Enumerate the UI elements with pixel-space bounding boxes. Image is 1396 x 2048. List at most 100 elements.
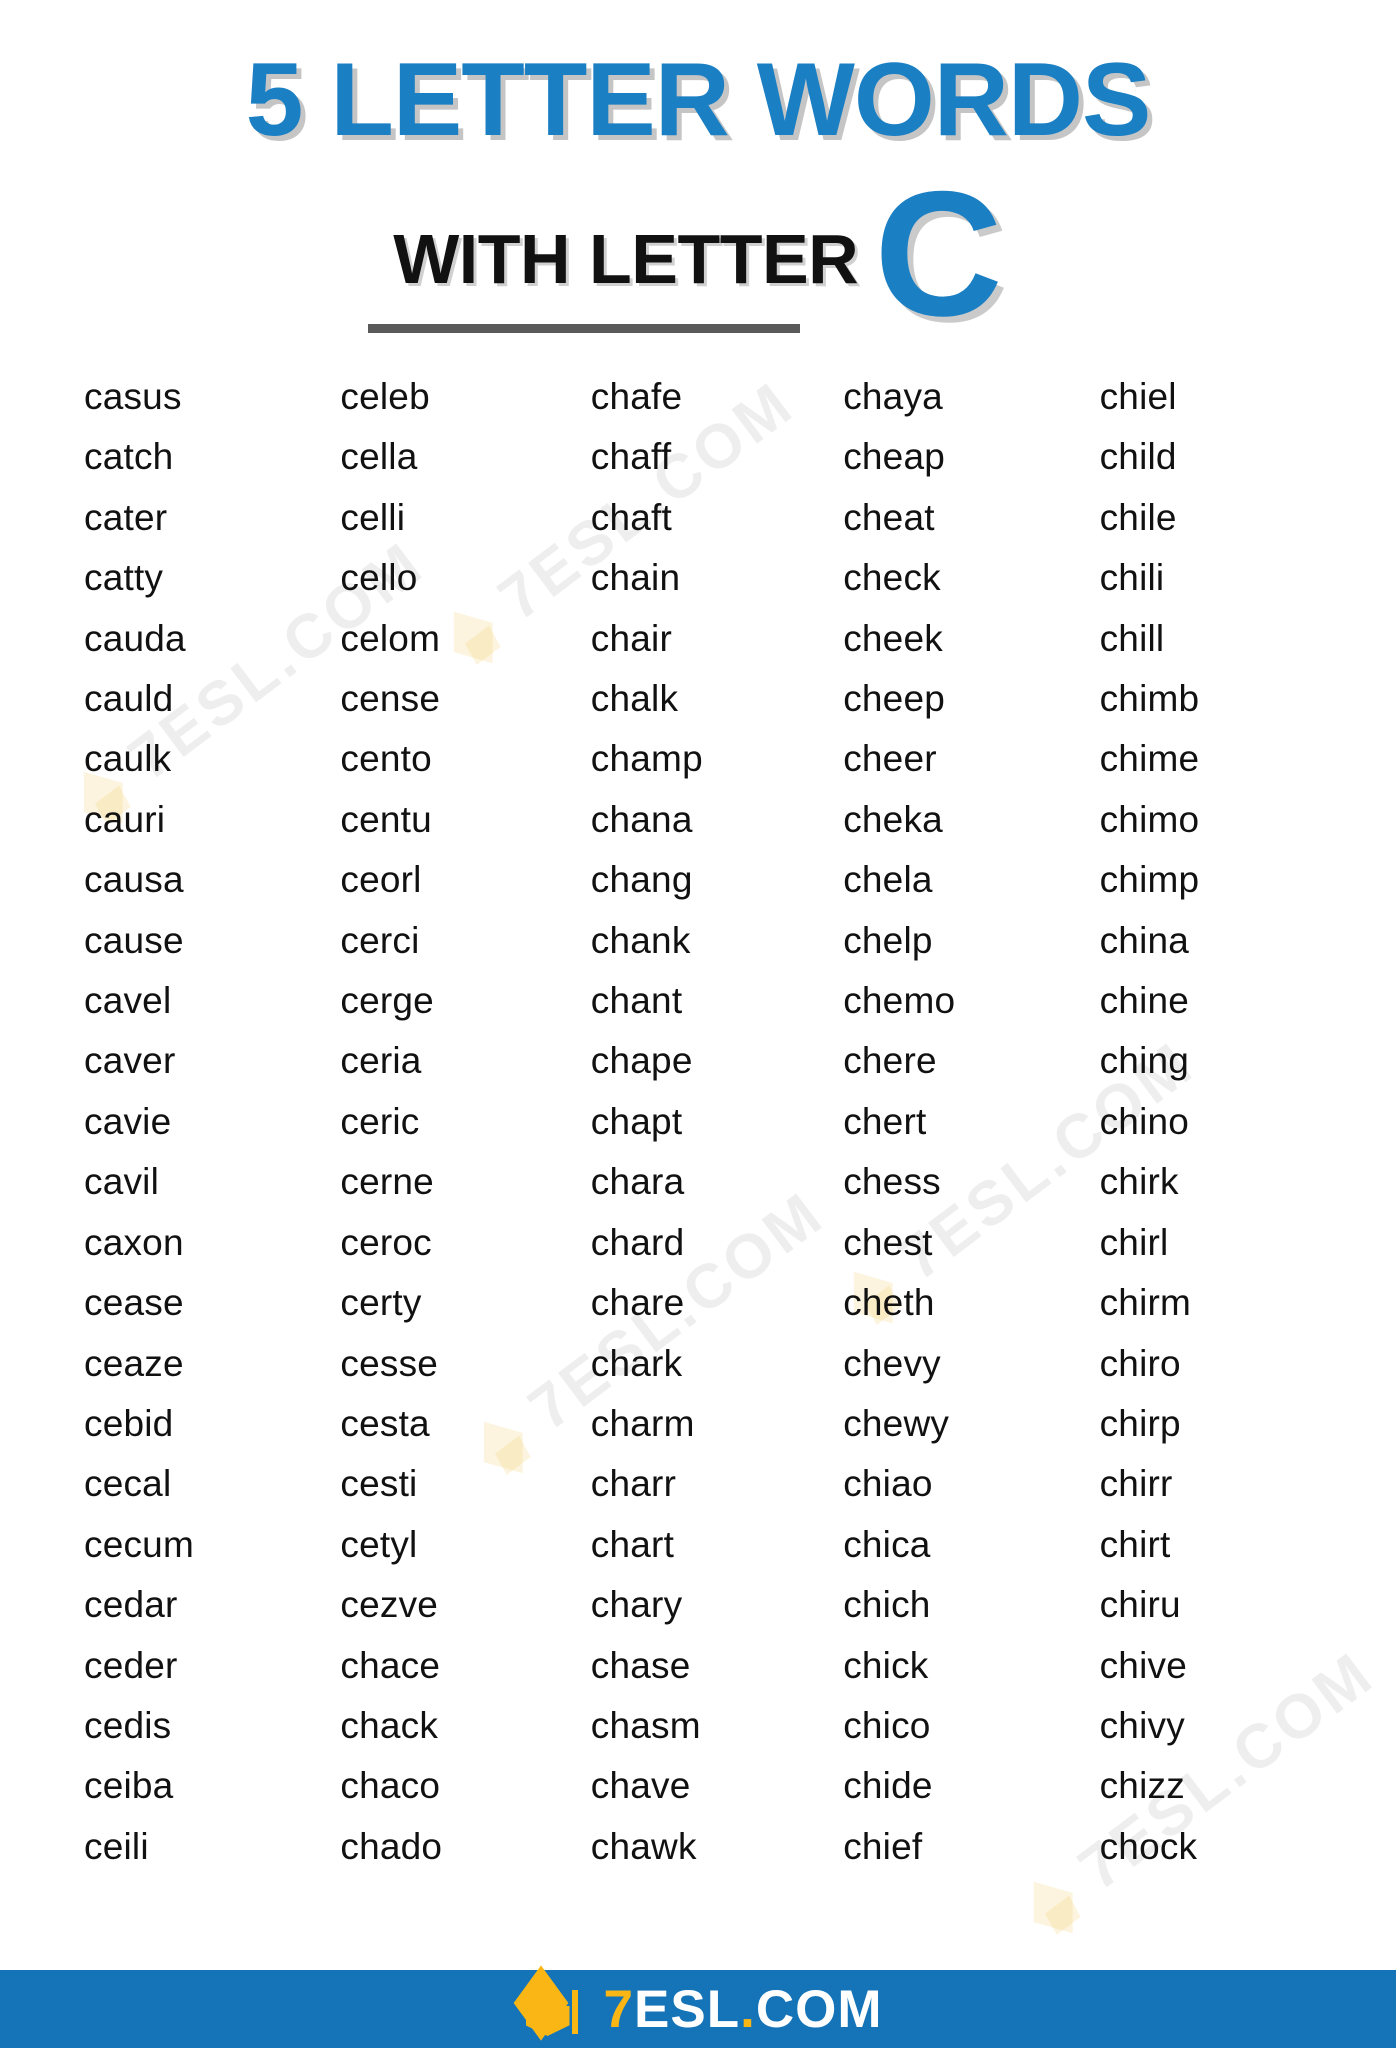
word-item: chile: [1099, 496, 1177, 538]
word-item: cavie: [84, 1100, 172, 1142]
word-item: chili: [1099, 557, 1165, 599]
word-item: chemo: [843, 980, 956, 1022]
word-item: chimp: [1099, 859, 1200, 901]
word-item: chart: [590, 1523, 675, 1565]
word-item: chalk: [590, 678, 679, 720]
poster-header: 5 LETTER WORDS WITH LETTER C: [0, 0, 1396, 354]
word-item: cause: [84, 919, 184, 961]
word-item: chaft: [590, 496, 673, 538]
word-item: chack: [340, 1704, 439, 1746]
page-subtitle: WITH LETTER: [393, 220, 859, 299]
word-item: catch: [84, 436, 174, 478]
word-item: ceria: [340, 1040, 422, 1082]
word-item: chirp: [1099, 1402, 1181, 1444]
word-item: chief: [843, 1825, 923, 1867]
word-item: cease: [84, 1282, 184, 1324]
word-item: chive: [1099, 1644, 1187, 1686]
brand-com: COM: [755, 1979, 883, 2039]
word-item: chirt: [1099, 1523, 1171, 1565]
word-item: chert: [843, 1100, 927, 1142]
word-item: chase: [590, 1644, 691, 1686]
word-item: chiro: [1099, 1342, 1181, 1384]
word-item: cello: [340, 557, 418, 599]
word-grid: casus catch cater catty cauda cauld caul…: [0, 333, 1396, 1877]
word-item: cerne: [340, 1161, 434, 1203]
word-item: chevy: [843, 1342, 941, 1384]
word-item: chark: [590, 1342, 683, 1384]
header-divider: [368, 324, 800, 334]
word-item: chaff: [590, 436, 672, 478]
word-item: chant: [590, 980, 683, 1022]
word-item: caver: [84, 1040, 176, 1082]
word-item: chard: [590, 1221, 685, 1263]
brand-seven: 7: [603, 1979, 634, 2039]
word-item: chide: [843, 1765, 933, 1807]
word-item: ceric: [340, 1100, 420, 1142]
word-item: cella: [340, 436, 418, 478]
word-item: chelp: [843, 919, 933, 961]
word-item: chair: [590, 617, 672, 659]
word-column-4: chaya cheap cheat check cheek cheep chee…: [823, 367, 1073, 1877]
word-item: ching: [1099, 1040, 1190, 1082]
word-item: cezve: [340, 1584, 439, 1626]
word-item: cavel: [84, 980, 172, 1022]
word-item: ceorl: [340, 859, 422, 901]
word-item: chivy: [1099, 1704, 1185, 1746]
word-item: cesta: [340, 1402, 430, 1444]
word-item: celom: [340, 617, 441, 659]
word-item: cecal: [84, 1463, 172, 1505]
word-item: chiao: [843, 1463, 933, 1505]
brand-logo[interactable]: 7ESL.COM: [513, 1965, 883, 2041]
word-item: chizz: [1099, 1765, 1185, 1807]
word-item: child: [1099, 436, 1177, 478]
word-item: chico: [843, 1704, 931, 1746]
word-item: celeb: [340, 376, 430, 418]
word-item: chiel: [1099, 376, 1177, 418]
featured-letter: C: [874, 154, 1003, 354]
word-item: centu: [340, 798, 432, 840]
word-item: chela: [843, 859, 933, 901]
word-item: chave: [590, 1765, 691, 1807]
word-item: china: [1099, 919, 1190, 961]
word-item: cauda: [84, 617, 186, 659]
word-item: certy: [340, 1282, 422, 1324]
word-item: chere: [843, 1040, 937, 1082]
word-item: chang: [590, 859, 693, 901]
word-item: charm: [590, 1402, 695, 1444]
word-item: chaco: [340, 1765, 441, 1807]
word-item: celli: [340, 496, 406, 538]
word-item: cerci: [340, 919, 420, 961]
word-item: catty: [84, 557, 164, 599]
word-item: chape: [590, 1040, 693, 1082]
word-item: chess: [843, 1161, 941, 1203]
word-item: cecum: [84, 1523, 194, 1565]
word-item: chawk: [590, 1825, 697, 1867]
word-item: cater: [84, 496, 168, 538]
word-item: cerge: [340, 980, 434, 1022]
word-item: chirm: [1099, 1282, 1192, 1324]
word-item: ceiba: [84, 1765, 174, 1807]
word-item: chary: [590, 1584, 683, 1626]
word-item: ceili: [84, 1825, 149, 1867]
word-item: chirl: [1099, 1221, 1169, 1263]
word-item: chapt: [590, 1100, 683, 1142]
word-item: cheap: [843, 436, 945, 478]
word-item: check: [843, 557, 941, 599]
word-item: chana: [590, 798, 693, 840]
watermark-cap-icon: [1021, 1867, 1098, 1941]
word-item: chare: [590, 1282, 685, 1324]
word-item: chock: [1099, 1825, 1198, 1867]
word-item: cheka: [843, 798, 943, 840]
word-item: caulk: [84, 738, 172, 780]
word-column-3: chafe chaff chaft chain chair chalk cham…: [573, 367, 823, 1877]
word-item: chain: [590, 557, 681, 599]
word-column-1: casus catch cater catty cauda cauld caul…: [72, 367, 322, 1877]
page-title: 5 LETTER WORDS: [245, 42, 1152, 158]
word-item: chick: [843, 1644, 929, 1686]
word-item: cauld: [84, 678, 174, 720]
word-item: cetyl: [340, 1523, 418, 1565]
brand-esl: ESL: [634, 1979, 741, 2039]
word-item: cebid: [84, 1402, 174, 1444]
word-item: chace: [340, 1644, 441, 1686]
word-item: chasm: [590, 1704, 701, 1746]
